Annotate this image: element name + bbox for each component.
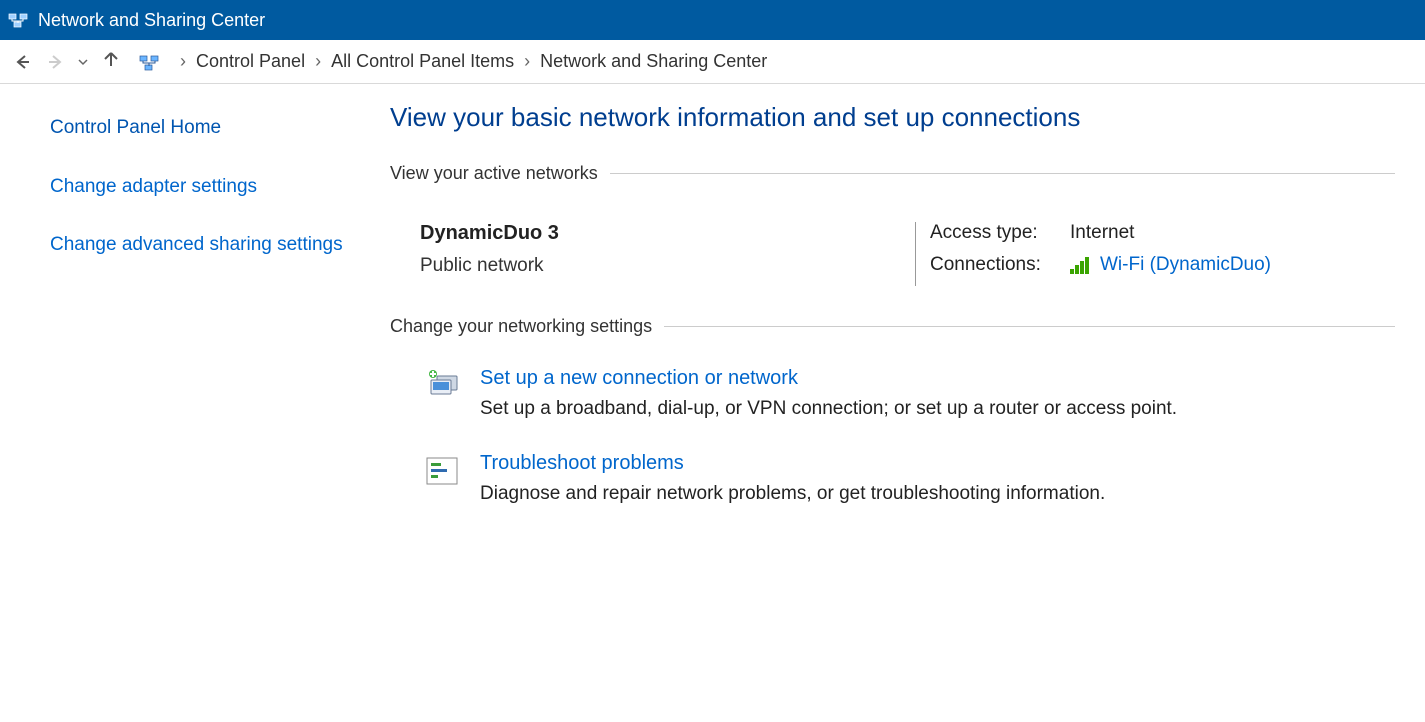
troubleshoot-link[interactable]: Troubleshoot problems [480, 452, 684, 475]
vertical-divider [915, 222, 916, 286]
chevron-right-icon: › [180, 51, 186, 72]
title-bar: Network and Sharing Center [0, 0, 1425, 40]
troubleshoot-item: Troubleshoot problems Diagnose and repai… [390, 440, 1395, 525]
breadcrumb-control-panel[interactable]: Control Panel [196, 51, 305, 72]
up-button[interactable] [102, 50, 120, 73]
active-networks-label: View your active networks [390, 163, 598, 184]
breadcrumb-all-items[interactable]: All Control Panel Items [331, 51, 514, 72]
window-title: Network and Sharing Center [38, 10, 265, 31]
location-icon [138, 51, 160, 73]
sidebar-change-adapter[interactable]: Change adapter settings [50, 173, 350, 202]
sidebar-change-advanced-sharing[interactable]: Change advanced sharing settings [50, 231, 350, 260]
nav-bar: › Control Panel › All Control Panel Item… [0, 40, 1425, 84]
setup-connection-desc: Set up a broadband, dial-up, or VPN conn… [480, 398, 1177, 420]
setup-connection-item: Set up a new connection or network Set u… [390, 355, 1395, 440]
chevron-right-icon: › [524, 51, 530, 72]
network-center-icon [8, 10, 28, 30]
access-type-value: Internet [1070, 222, 1134, 244]
access-type-label: Access type: [930, 222, 1070, 244]
sidebar: Control Panel Home Change adapter settin… [0, 84, 370, 545]
divider [664, 326, 1395, 327]
connection-link[interactable]: Wi-Fi (DynamicDuo) [1070, 254, 1271, 276]
setup-connection-link[interactable]: Set up a new connection or network [480, 367, 798, 390]
history-dropdown[interactable] [78, 51, 88, 72]
wifi-signal-icon [1070, 256, 1094, 274]
breadcrumb-current[interactable]: Network and Sharing Center [540, 51, 767, 72]
network-category: Public network [420, 255, 915, 277]
sidebar-control-panel-home[interactable]: Control Panel Home [50, 114, 350, 143]
network-name: DynamicDuo 3 [420, 222, 915, 245]
connection-link-text: Wi-Fi (DynamicDuo) [1100, 254, 1271, 276]
divider [610, 173, 1395, 174]
connections-label: Connections: [930, 254, 1070, 276]
main-panel: View your basic network information and … [370, 84, 1425, 545]
troubleshoot-desc: Diagnose and repair network problems, or… [480, 483, 1105, 505]
forward-button[interactable] [44, 50, 68, 74]
page-title: View your basic network information and … [390, 102, 1395, 133]
change-settings-header: Change your networking settings [390, 316, 1395, 337]
chevron-right-icon: › [315, 51, 321, 72]
back-button[interactable] [10, 50, 34, 74]
setup-connection-icon [420, 367, 464, 407]
troubleshoot-icon [420, 452, 464, 492]
active-networks-header: View your active networks [390, 163, 1395, 184]
change-settings-label: Change your networking settings [390, 316, 652, 337]
active-network-block: DynamicDuo 3 Public network Access type:… [390, 202, 1395, 316]
